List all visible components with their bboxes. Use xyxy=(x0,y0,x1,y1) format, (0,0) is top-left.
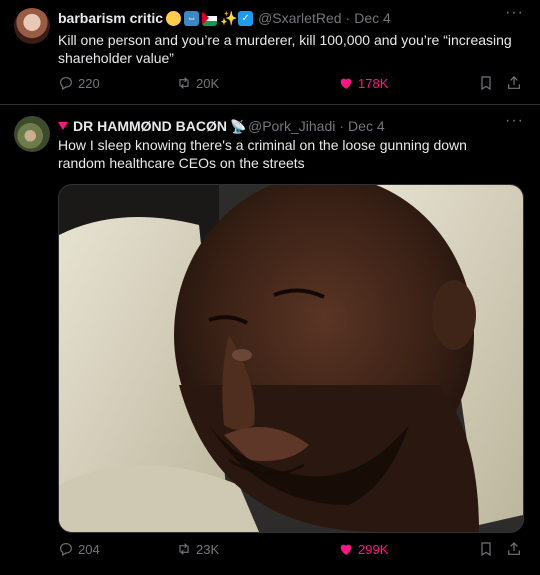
display-name[interactable]: barbarism critic xyxy=(58,10,163,26)
reply-icon xyxy=(60,77,72,91)
palestine-flag-emoji xyxy=(202,10,218,26)
separator-dot: · xyxy=(339,118,345,134)
reply-button[interactable]: 204 xyxy=(58,541,100,557)
reply-count: 204 xyxy=(78,541,100,557)
tweet-text: Kill one person and you’re a murderer, k… xyxy=(58,32,512,66)
avatar[interactable] xyxy=(14,116,50,152)
bookmark-button[interactable] xyxy=(478,541,498,557)
retweet-button[interactable]: 20K xyxy=(176,75,219,91)
share-icon xyxy=(508,76,520,89)
tweet-card[interactable]: barbarism critic ⇔ ✨ ✓ @SxarletRed · Dec… xyxy=(0,0,540,104)
share-button[interactable] xyxy=(506,541,526,557)
like-button[interactable]: 178K xyxy=(338,75,388,91)
timestamp[interactable]: Dec 4 xyxy=(354,10,391,26)
like-count: 299K xyxy=(358,541,389,557)
sleeping-man-photo xyxy=(59,185,523,532)
retweet-icon xyxy=(179,77,189,89)
tweet-header: barbarism critic ⇔ ✨ ✓ @SxarletRed · Dec… xyxy=(58,8,391,28)
tweet-text: How I sleep knowing there's a criminal o… xyxy=(58,137,467,171)
handle[interactable]: @SxarletRed xyxy=(258,10,341,26)
tweet-card[interactable]: DR HAMMØND BACØN 📡 @Pork_Jihadi · Dec 4 … xyxy=(0,104,540,575)
sparkles-emoji: ✨ xyxy=(220,9,238,26)
like-button[interactable]: 299K xyxy=(338,541,388,557)
share-button[interactable] xyxy=(506,75,526,91)
heart-filled-icon xyxy=(340,78,352,89)
bookmark-button[interactable] xyxy=(478,75,498,91)
avatar[interactable] xyxy=(14,8,50,44)
separator-dot: · xyxy=(345,10,351,26)
tweet-header: DR HAMMØND BACØN 📡 @Pork_Jihadi · Dec 4 xyxy=(58,116,385,136)
bookmark-icon xyxy=(481,76,491,91)
share-icon xyxy=(508,542,520,555)
reply-count: 220 xyxy=(78,75,100,91)
tweet-image[interactable] xyxy=(58,184,524,533)
retweet-count: 20K xyxy=(196,75,220,91)
retweet-icon xyxy=(179,543,189,555)
verified-badge-icon: ✓ xyxy=(238,10,254,26)
retweet-button[interactable]: 23K xyxy=(176,541,219,557)
heart-filled-icon xyxy=(340,544,352,555)
handle[interactable]: @Pork_Jihadi xyxy=(248,118,335,134)
bookmark-icon xyxy=(481,542,491,557)
more-options-icon[interactable]: ··· xyxy=(505,4,524,22)
retweet-count: 23K xyxy=(196,541,220,557)
satellite-dish-emoji: 📡 xyxy=(230,118,247,134)
reply-icon xyxy=(60,543,72,557)
red-triangle-icon xyxy=(58,122,68,130)
smiling-face-emoji xyxy=(166,10,182,26)
like-count: 178K xyxy=(358,75,389,91)
reply-button[interactable]: 220 xyxy=(58,75,100,91)
action-bar: 220 20K 178K xyxy=(58,75,528,95)
left-right-arrow-emoji: ⇔ xyxy=(184,10,200,26)
timestamp[interactable]: Dec 4 xyxy=(348,118,385,134)
action-bar: 204 23K 299K xyxy=(58,541,528,561)
more-options-icon[interactable]: ··· xyxy=(505,112,524,130)
display-name[interactable]: DR HAMMØND BACØN xyxy=(73,118,227,134)
